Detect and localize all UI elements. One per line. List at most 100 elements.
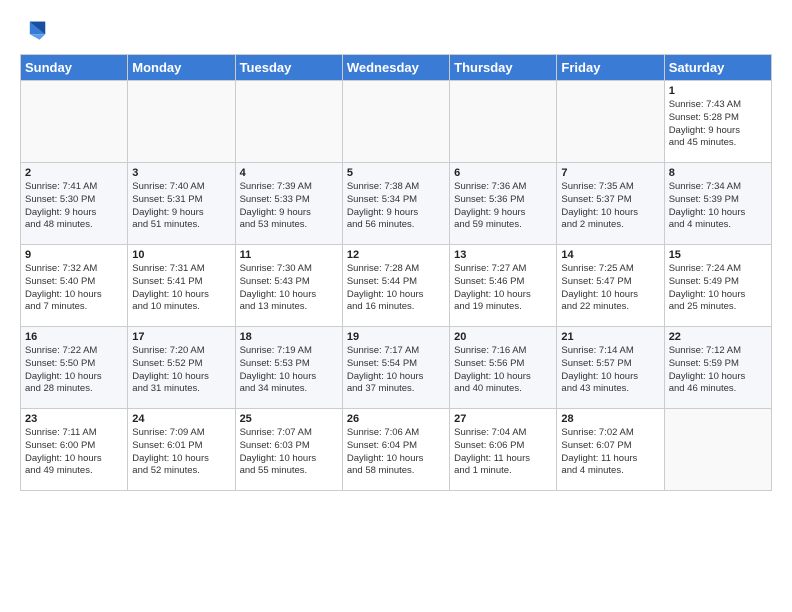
day-cell: 10 Sunrise: 7:31 AM Sunset: 5:41 PM Dayli…	[128, 245, 235, 327]
day-cell: 22 Sunrise: 7:12 AM Sunset: 5:59 PM Dayli…	[664, 327, 771, 409]
day-number: 1	[669, 85, 767, 97]
day-info: Sunrise: 7:38 AM Sunset: 5:34 PM Dayligh…	[347, 181, 445, 232]
day-number: 11	[240, 249, 338, 261]
day-cell: 4 Sunrise: 7:39 AM Sunset: 5:33 PM Daylig…	[235, 163, 342, 245]
day-cell: 16 Sunrise: 7:22 AM Sunset: 5:50 PM Dayli…	[21, 327, 128, 409]
calendar-table: SundayMondayTuesdayWednesdayThursdayFrid…	[20, 54, 772, 491]
day-cell: 19 Sunrise: 7:17 AM Sunset: 5:54 PM Dayli…	[342, 327, 449, 409]
week-row-4: 16 Sunrise: 7:22 AM Sunset: 5:50 PM Dayli…	[21, 327, 772, 409]
day-info: Sunrise: 7:34 AM Sunset: 5:39 PM Dayligh…	[669, 181, 767, 232]
day-cell: 14Sunrise: 7:25 AM Sunset: 5:47 PM Dayli…	[557, 245, 664, 327]
day-info: Sunrise: 7:40 AM Sunset: 5:31 PM Dayligh…	[132, 181, 230, 232]
day-number: 12	[347, 249, 445, 261]
day-number: 2	[25, 167, 123, 179]
day-info: Sunrise: 7:43 AM Sunset: 5:28 PM Dayligh…	[669, 99, 767, 150]
day-info: Sunrise: 7:04 AM Sunset: 6:06 PM Dayligh…	[454, 427, 552, 478]
day-cell	[450, 81, 557, 163]
day-info: Sunrise: 7:16 AM Sunset: 5:56 PM Dayligh…	[454, 345, 552, 396]
day-number: 23	[25, 413, 123, 425]
day-cell: 17 Sunrise: 7:20 AM Sunset: 5:52 PM Dayli…	[128, 327, 235, 409]
day-info: Sunrise: 7:27 AM Sunset: 5:46 PM Dayligh…	[454, 263, 552, 314]
day-cell: 7 Sunrise: 7:35 AM Sunset: 5:37 PM Daylig…	[557, 163, 664, 245]
day-info: Sunrise: 7:14 AM Sunset: 5:57 PM Dayligh…	[561, 345, 659, 396]
day-info: Sunrise: 7:31 AM Sunset: 5:41 PM Dayligh…	[132, 263, 230, 314]
day-info: Sunrise: 7:11 AM Sunset: 6:00 PM Dayligh…	[25, 427, 123, 478]
day-cell	[557, 81, 664, 163]
day-info: Sunrise: 7:20 AM Sunset: 5:52 PM Dayligh…	[132, 345, 230, 396]
day-cell: 27 Sunrise: 7:04 AM Sunset: 6:06 PM Dayli…	[450, 409, 557, 491]
day-cell	[128, 81, 235, 163]
day-info: Sunrise: 7:35 AM Sunset: 5:37 PM Dayligh…	[561, 181, 659, 232]
week-row-2: 2 Sunrise: 7:41 AM Sunset: 5:30 PM Daylig…	[21, 163, 772, 245]
day-number: 18	[240, 331, 338, 343]
day-info: Sunrise: 7:36 AM Sunset: 5:36 PM Dayligh…	[454, 181, 552, 232]
day-cell: 21 Sunrise: 7:14 AM Sunset: 5:57 PM Dayli…	[557, 327, 664, 409]
day-info: Sunrise: 7:09 AM Sunset: 6:01 PM Dayligh…	[132, 427, 230, 478]
day-number: 17	[132, 331, 230, 343]
day-info: Sunrise: 7:22 AM Sunset: 5:50 PM Dayligh…	[25, 345, 123, 396]
weekday-header-friday: Friday	[557, 55, 664, 81]
day-info: Sunrise: 7:17 AM Sunset: 5:54 PM Dayligh…	[347, 345, 445, 396]
logo	[20, 16, 50, 44]
weekday-header-sunday: Sunday	[21, 55, 128, 81]
week-row-3: 9 Sunrise: 7:32 AM Sunset: 5:40 PM Daylig…	[21, 245, 772, 327]
day-cell: 6 Sunrise: 7:36 AM Sunset: 5:36 PM Daylig…	[450, 163, 557, 245]
weekday-header-wednesday: Wednesday	[342, 55, 449, 81]
day-cell: 25 Sunrise: 7:07 AM Sunset: 6:03 PM Dayli…	[235, 409, 342, 491]
day-number: 25	[240, 413, 338, 425]
day-cell	[664, 409, 771, 491]
day-info: Sunrise: 7:06 AM Sunset: 6:04 PM Dayligh…	[347, 427, 445, 478]
day-cell: 24 Sunrise: 7:09 AM Sunset: 6:01 PM Dayli…	[128, 409, 235, 491]
day-cell: 26 Sunrise: 7:06 AM Sunset: 6:04 PM Dayli…	[342, 409, 449, 491]
day-cell: 2 Sunrise: 7:41 AM Sunset: 5:30 PM Daylig…	[21, 163, 128, 245]
weekday-header-saturday: Saturday	[664, 55, 771, 81]
day-number: 9	[25, 249, 123, 261]
day-number: 27	[454, 413, 552, 425]
day-cell: 15 Sunrise: 7:24 AM Sunset: 5:49 PM Dayli…	[664, 245, 771, 327]
day-number: 19	[347, 331, 445, 343]
day-cell: 28 Sunrise: 7:02 AM Sunset: 6:07 PM Dayli…	[557, 409, 664, 491]
day-number: 28	[561, 413, 659, 425]
day-info: Sunrise: 7:39 AM Sunset: 5:33 PM Dayligh…	[240, 181, 338, 232]
day-info: Sunrise: 7:41 AM Sunset: 5:30 PM Dayligh…	[25, 181, 123, 232]
day-cell: 18Sunrise: 7:19 AM Sunset: 5:53 PM Dayli…	[235, 327, 342, 409]
day-cell	[235, 81, 342, 163]
day-number: 10	[132, 249, 230, 261]
day-cell	[342, 81, 449, 163]
day-cell: 11 Sunrise: 7:30 AM Sunset: 5:43 PM Dayli…	[235, 245, 342, 327]
day-info: Sunrise: 7:12 AM Sunset: 5:59 PM Dayligh…	[669, 345, 767, 396]
day-cell: 23 Sunrise: 7:11 AM Sunset: 6:00 PM Dayli…	[21, 409, 128, 491]
day-number: 24	[132, 413, 230, 425]
day-number: 8	[669, 167, 767, 179]
day-info: Sunrise: 7:25 AM Sunset: 5:47 PM Dayligh…	[561, 263, 659, 314]
day-cell: 12Sunrise: 7:28 AM Sunset: 5:44 PM Dayli…	[342, 245, 449, 327]
day-cell: 13Sunrise: 7:27 AM Sunset: 5:46 PM Dayli…	[450, 245, 557, 327]
day-number: 4	[240, 167, 338, 179]
day-info: Sunrise: 7:02 AM Sunset: 6:07 PM Dayligh…	[561, 427, 659, 478]
day-info: Sunrise: 7:24 AM Sunset: 5:49 PM Dayligh…	[669, 263, 767, 314]
weekday-header-thursday: Thursday	[450, 55, 557, 81]
day-number: 26	[347, 413, 445, 425]
day-number: 21	[561, 331, 659, 343]
day-number: 6	[454, 167, 552, 179]
day-number: 22	[669, 331, 767, 343]
day-cell: 8 Sunrise: 7:34 AM Sunset: 5:39 PM Daylig…	[664, 163, 771, 245]
day-info: Sunrise: 7:07 AM Sunset: 6:03 PM Dayligh…	[240, 427, 338, 478]
day-number: 5	[347, 167, 445, 179]
day-info: Sunrise: 7:32 AM Sunset: 5:40 PM Dayligh…	[25, 263, 123, 314]
day-info: Sunrise: 7:30 AM Sunset: 5:43 PM Dayligh…	[240, 263, 338, 314]
day-cell: 3 Sunrise: 7:40 AM Sunset: 5:31 PM Daylig…	[128, 163, 235, 245]
day-cell: 5 Sunrise: 7:38 AM Sunset: 5:34 PM Daylig…	[342, 163, 449, 245]
day-number: 7	[561, 167, 659, 179]
page: SundayMondayTuesdayWednesdayThursdayFrid…	[0, 0, 792, 501]
day-cell: 1 Sunrise: 7:43 AM Sunset: 5:28 PM Daylig…	[664, 81, 771, 163]
day-number: 15	[669, 249, 767, 261]
weekday-header-tuesday: Tuesday	[235, 55, 342, 81]
weekday-header-row: SundayMondayTuesdayWednesdayThursdayFrid…	[21, 55, 772, 81]
header	[20, 16, 772, 44]
day-number: 16	[25, 331, 123, 343]
day-number: 3	[132, 167, 230, 179]
day-number: 20	[454, 331, 552, 343]
logo-icon	[20, 16, 48, 44]
day-cell: 9 Sunrise: 7:32 AM Sunset: 5:40 PM Daylig…	[21, 245, 128, 327]
